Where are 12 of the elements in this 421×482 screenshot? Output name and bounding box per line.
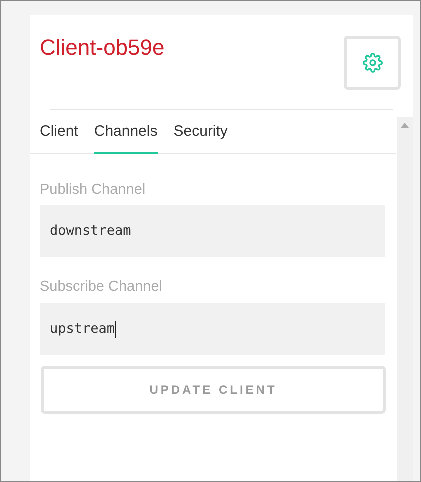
client-title: Client-ob59e [39,34,165,62]
field-label: Publish Channel [40,180,147,200]
tab[interactable]: Channels [94,115,158,154]
input-field[interactable]: downstream [40,205,385,258]
field-label: Subscribe Channel [40,278,164,298]
scrollbar[interactable] [397,117,413,481]
tab[interactable]: Security [174,115,228,154]
input-field[interactable]: upstream [40,303,385,355]
settings-button[interactable] [344,36,401,90]
scroll-up-icon[interactable] [401,123,409,128]
settings-icon [362,53,382,73]
tab[interactable]: Client [40,115,78,154]
